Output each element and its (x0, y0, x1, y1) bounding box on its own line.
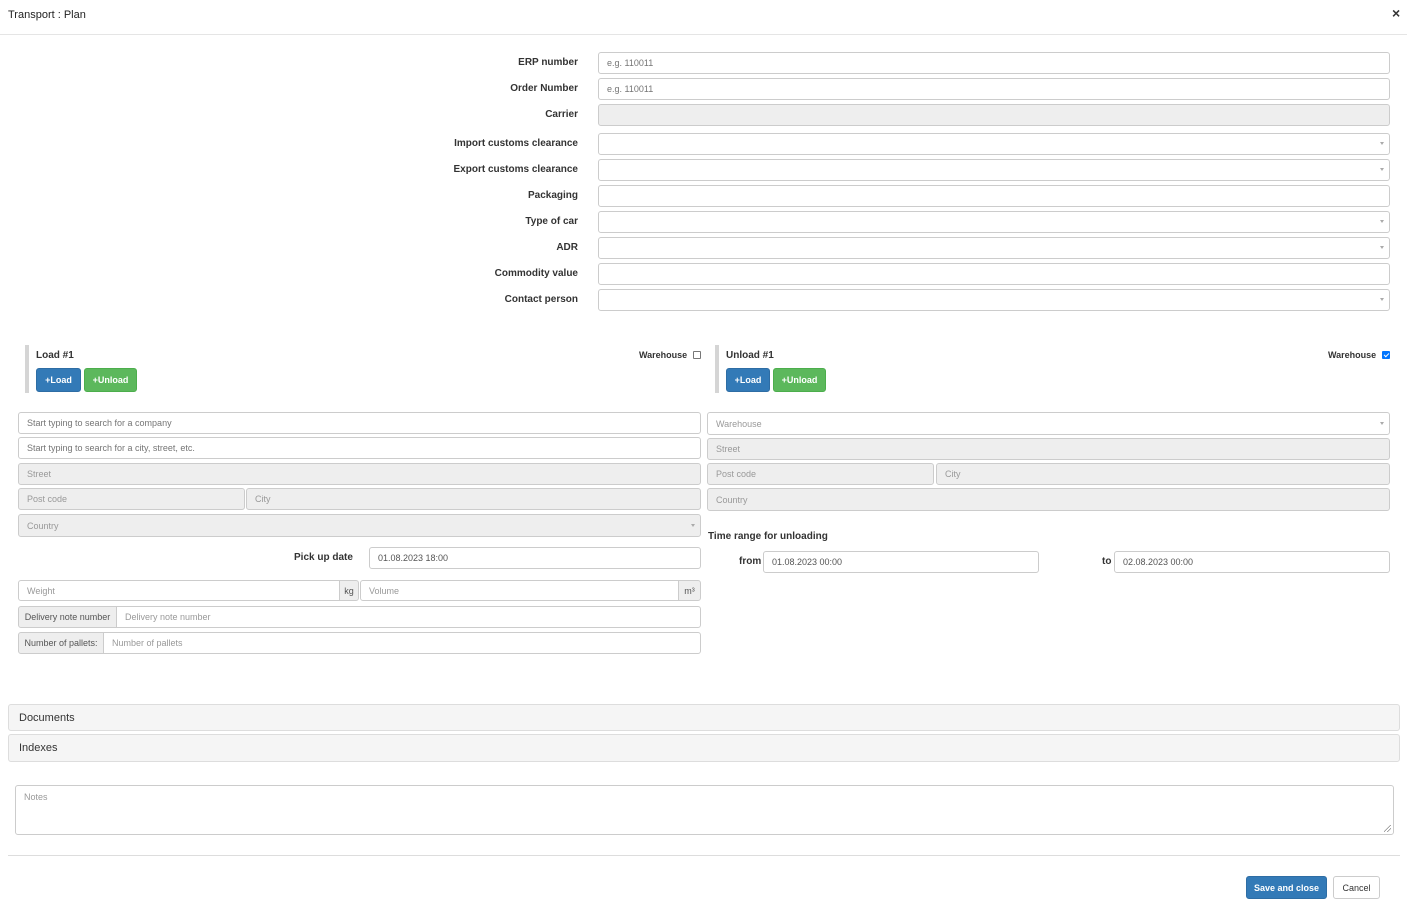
load-street-placeholder: Street (27, 469, 52, 479)
chevron-down-icon (1380, 246, 1384, 249)
documents-panel[interactable]: Documents (8, 704, 1400, 731)
order-number-label: Order Number (510, 83, 578, 94)
load-street-field: Street (18, 463, 701, 485)
packaging-input[interactable] (598, 185, 1390, 207)
unload-street-placeholder: Street (716, 444, 741, 454)
unload-add-load-button[interactable]: +Load (726, 368, 770, 392)
pickup-date-value: 01.08.2023 18:00 (378, 553, 449, 563)
delivery-note-placeholder: Delivery note number (125, 612, 211, 622)
chevron-down-icon (1380, 298, 1384, 301)
unload-add-unload-button[interactable]: +Unload (773, 368, 826, 392)
resize-handle-icon[interactable] (1384, 825, 1391, 832)
load-country-select: Country (18, 514, 701, 537)
load-postcode-placeholder: Post code (27, 494, 68, 504)
load-address-search-input[interactable] (18, 437, 701, 459)
time-range-label: Time range for unloading (708, 531, 828, 542)
unload-to-input[interactable]: 02.08.2023 00:00 (1114, 551, 1390, 573)
unload-section-bar (715, 345, 719, 393)
unload-warehouse-select[interactable]: Warehouse (707, 412, 1390, 435)
delivery-note-input[interactable]: Delivery note number (116, 606, 701, 628)
erp-number-label: ERP number (518, 57, 578, 68)
load-company-search-input[interactable] (18, 412, 701, 434)
weight-placeholder: Weight (27, 585, 55, 596)
header-divider (0, 34, 1407, 35)
unload-postcode-field: Post code (707, 463, 934, 485)
load-warehouse-label: Warehouse (639, 350, 688, 360)
export-customs-select[interactable] (598, 159, 1390, 181)
to-label: to (1102, 556, 1112, 567)
unload-warehouse-checkbox[interactable] (1382, 351, 1390, 359)
notes-textarea[interactable]: Notes (15, 785, 1394, 835)
load-section-bar (25, 345, 29, 393)
volume-unit: m³ (678, 580, 701, 601)
unload-country-field: Country (707, 488, 1390, 511)
unload-warehouse-placeholder: Warehouse (716, 418, 762, 429)
chevron-down-icon (1380, 421, 1384, 425)
volume-input[interactable]: Volume (360, 580, 679, 601)
load-postcode-field: Post code (18, 488, 245, 510)
pickup-date-input[interactable]: 01.08.2023 18:00 (369, 547, 701, 569)
chevron-down-icon (1380, 142, 1384, 145)
load-country-placeholder: Country (27, 520, 59, 531)
unload-city-placeholder: City (945, 469, 961, 479)
import-customs-label: Import customs clearance (454, 138, 578, 149)
documents-panel-title: Documents (19, 711, 75, 724)
contact-person-label: Contact person (504, 294, 578, 305)
indexes-panel[interactable]: Indexes (8, 734, 1400, 762)
weight-input[interactable]: Weight (18, 580, 340, 601)
contact-person-select[interactable] (598, 289, 1390, 311)
load-add-unload-button[interactable]: +Unload (84, 368, 137, 392)
carrier-label: Carrier (545, 109, 578, 120)
chevron-down-icon (691, 523, 695, 527)
from-label: from (739, 556, 762, 567)
commodity-value-label: Commodity value (494, 268, 578, 279)
chevron-down-icon (1380, 168, 1384, 171)
export-customs-label: Export customs clearance (453, 164, 579, 175)
unload-city-field: City (936, 463, 1390, 485)
unload-from-input[interactable]: 01.08.2023 00:00 (763, 551, 1039, 573)
close-icon[interactable]: × (1392, 6, 1400, 20)
chevron-down-icon (1380, 220, 1384, 223)
cancel-button[interactable]: Cancel (1333, 876, 1380, 899)
unload-postcode-placeholder: Post code (716, 469, 757, 479)
type-of-car-label: Type of car (525, 216, 578, 227)
delivery-note-label: Delivery note number (18, 606, 117, 628)
commodity-value-input[interactable] (598, 263, 1390, 285)
carrier-field (598, 104, 1390, 126)
save-and-close-button[interactable]: Save and close (1246, 876, 1327, 899)
adr-label: ADR (556, 242, 578, 253)
order-number-input[interactable] (598, 78, 1390, 100)
weight-unit: kg (339, 580, 359, 601)
unload-title: Unload #1 (726, 350, 774, 361)
pallets-input[interactable]: Number of pallets (103, 632, 701, 654)
adr-select[interactable] (598, 237, 1390, 259)
load-add-load-button[interactable]: +Load (36, 368, 81, 392)
unload-street-field: Street (707, 438, 1390, 460)
footer-divider (8, 855, 1400, 856)
import-customs-select[interactable] (598, 133, 1390, 155)
load-city-field: City (246, 488, 701, 510)
load-warehouse-checkbox[interactable] (693, 351, 701, 359)
load-title: Load #1 (36, 350, 74, 361)
volume-placeholder: Volume (369, 585, 400, 596)
packaging-label: Packaging (527, 190, 578, 201)
unload-country-placeholder: Country (716, 494, 748, 505)
unload-to-value: 02.08.2023 00:00 (1123, 557, 1194, 567)
unload-from-value: 01.08.2023 00:00 (772, 557, 843, 567)
type-of-car-select[interactable] (598, 211, 1390, 233)
window-title: Transport : Plan (8, 9, 86, 21)
indexes-panel-title: Indexes (19, 742, 58, 754)
erp-number-input[interactable] (598, 52, 1390, 74)
unload-warehouse-label: Warehouse (1328, 350, 1377, 360)
pickup-date-label: Pick up date (294, 552, 353, 563)
pallets-label: Number of pallets: (18, 632, 104, 654)
pallets-placeholder: Number of pallets (112, 638, 183, 648)
load-city-placeholder: City (255, 494, 271, 504)
notes-placeholder: Notes (24, 792, 48, 802)
